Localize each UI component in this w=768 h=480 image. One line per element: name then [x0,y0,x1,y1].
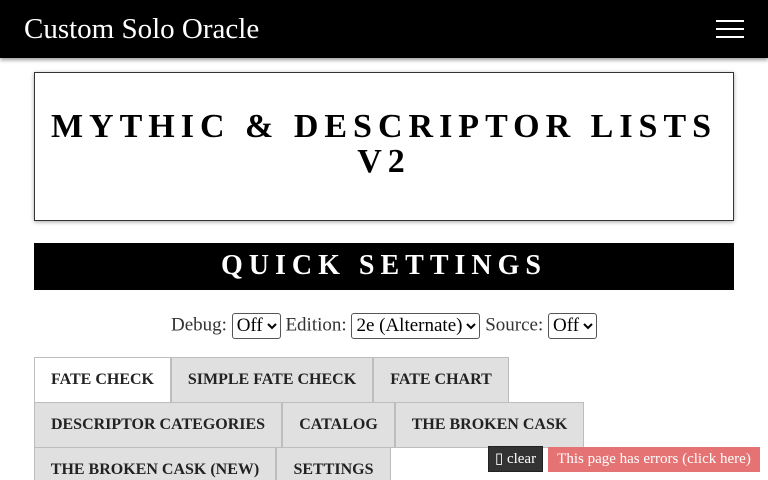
menu-bar [716,36,744,38]
debug-label: Debug: [171,314,227,336]
brand-title[interactable]: Custom Solo Oracle [24,11,259,47]
errors-button[interactable]: This page has errors (click here) [548,447,760,472]
tab-fate-check[interactable]: Fate Check [34,357,171,403]
tab-settings[interactable]: Settings [276,447,391,480]
clear-button[interactable]: ▯ clear [488,446,543,472]
menu-bar [716,28,744,30]
page-title: Mythic & Descriptor Lists v2 [50,108,718,180]
tab-the-broken-cask-new[interactable]: The Broken Cask (New) [34,447,276,480]
tab-catalog[interactable]: Catalog [282,402,395,448]
source-select[interactable]: Off [547,312,597,339]
edition-select[interactable]: 2e (Alternate) [351,312,481,339]
edition-label: Edition: [285,314,347,336]
debug-select[interactable]: Off [231,312,281,339]
tab-descriptor-categories[interactable]: Descriptor Categories [34,402,282,448]
hamburger-icon[interactable] [716,18,744,40]
missing-glyph-icon: ▯ [494,451,504,467]
page-title-box: Mythic & Descriptor Lists v2 [34,72,734,221]
clear-button-label: clear [506,451,537,467]
quick-settings-row: Debug: Off Edition: 2e (Alternate) Sourc… [0,311,768,341]
tab-the-broken-cask[interactable]: The Broken Cask [395,402,584,448]
quick-settings-header: QUICK SETTINGS [34,243,734,290]
tab-simple-fate-check[interactable]: Simple Fate Check [171,357,373,403]
quick-settings-heading: QUICK SETTINGS [221,250,547,281]
source-label: Source: [485,314,544,336]
menu-bar [716,20,744,22]
tab-fate-chart[interactable]: Fate Chart [373,357,509,403]
navbar: Custom Solo Oracle [0,0,768,58]
